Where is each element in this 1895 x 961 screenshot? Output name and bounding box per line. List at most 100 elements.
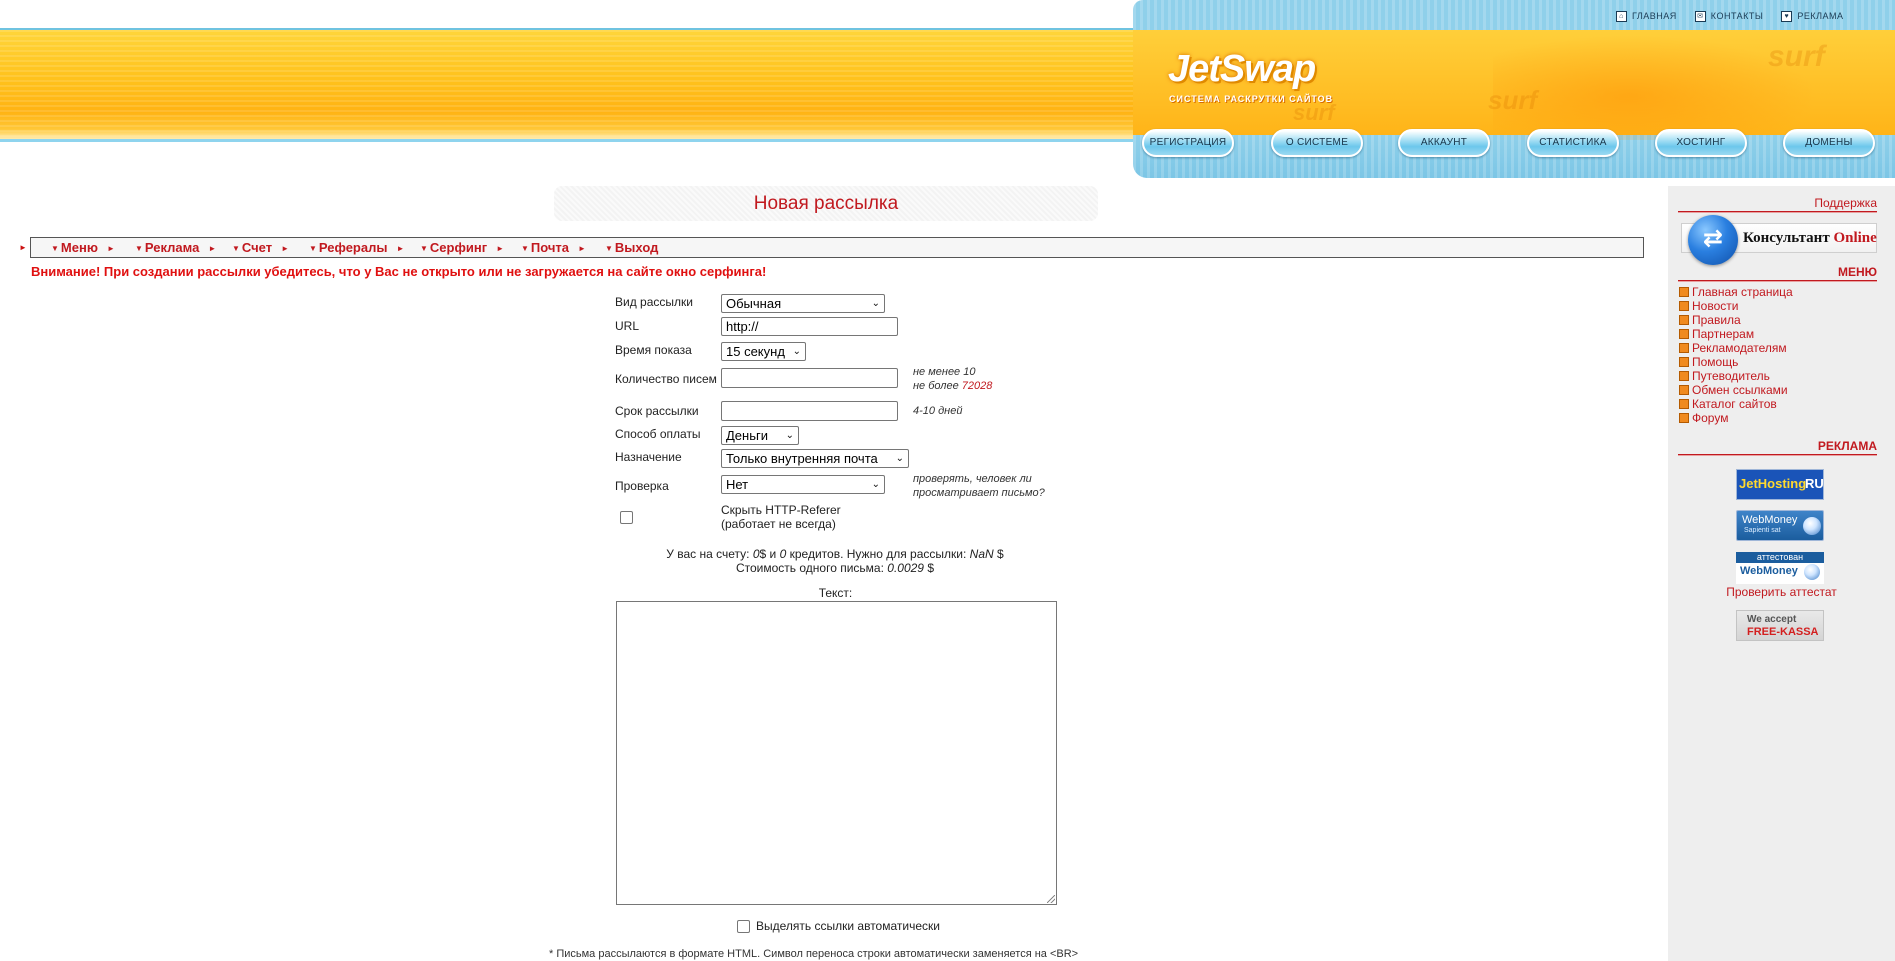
account-balance-info: У вас на счету: 0$ и 0 кредитов. Нужно д… [615, 547, 1055, 561]
sidebar-item-label: Помощь [1692, 355, 1739, 369]
top-link-contacts[interactable]: ✉ КОНТАКТЫ [1694, 10, 1764, 22]
resize-grip-icon[interactable] [1047, 895, 1055, 903]
letters-count-label: Количество писем [615, 372, 717, 386]
site-logo[interactable]: JetSwap [1168, 48, 1316, 91]
nav-domains-button[interactable]: ДОМЕНЫ [1783, 129, 1875, 157]
webmoney-globe-icon [1804, 564, 1820, 580]
sidebar-item-partners[interactable]: Партнерам [1679, 327, 1793, 341]
freekassa-banner[interactable]: We accept FREE-KASSA [1736, 610, 1824, 641]
nav-account-button[interactable]: АККАУНТ [1398, 129, 1490, 157]
select-value: Только внутренняя почта [726, 451, 878, 466]
balance-money-unit: $ и [759, 547, 777, 561]
nav-registration-button[interactable]: РЕГИСТРАЦИЯ [1142, 129, 1234, 157]
letter-cost-unit: $ [927, 561, 935, 575]
top-link-label: РЕКЛАМА [1797, 11, 1844, 21]
needed-unit: $ [997, 547, 1004, 561]
menu-item-logout[interactable]: ▼ Выход [605, 240, 658, 255]
check-hint-line: проверять, человек ли [913, 473, 1032, 485]
attested-text: аттестован [1736, 552, 1824, 563]
sidebar-item-link-exchange[interactable]: Обмен ссылками [1679, 383, 1793, 397]
menu-item-referrals[interactable]: ▼ Рефералы ► [309, 240, 404, 255]
ads-heading: РЕКЛАМА [1817, 439, 1877, 453]
letters-count-input[interactable] [721, 368, 898, 388]
sidebar-item-help[interactable]: Помощь [1679, 355, 1793, 369]
menu-item-menu[interactable]: ▼ Меню ► [51, 240, 115, 255]
select-value: 15 секунд [726, 344, 785, 359]
bullet-icon [1679, 371, 1689, 381]
sidebar-item-guide[interactable]: Путеводитель [1679, 369, 1793, 383]
mailing-term-label: Срок рассылки [615, 404, 699, 418]
sidebar-item-label: Обмен ссылками [1692, 383, 1788, 397]
dropdown-arrow-icon: ▼ [232, 244, 240, 253]
letter-cost-info: Стоимость одного письма: 0.0029 $ [615, 561, 1055, 575]
mailing-type-select[interactable]: Обычная ⌄ [721, 294, 885, 313]
html-format-note: * Письма рассылаются в формате HTML. Сим… [549, 948, 1079, 960]
payment-method-select[interactable]: Деньги ⌄ [721, 426, 799, 445]
top-links: ⌂ ГЛАВНАЯ ✉ КОНТАКТЫ ♥ РЕКЛАМА [1616, 9, 1844, 23]
menu-item-label: Меню [60, 240, 98, 255]
nav-hosting-button[interactable]: ХОСТИНГ [1655, 129, 1747, 157]
balance-credits-suffix: кредитов. Нужно для рассылки: [789, 547, 967, 561]
sidebar-item-catalog[interactable]: Каталог сайтов [1679, 397, 1793, 411]
hide-referer-checkbox[interactable] [620, 511, 633, 524]
check-select[interactable]: Нет ⌄ [721, 475, 885, 494]
sidebar-item-forum[interactable]: Форум [1679, 411, 1793, 425]
hide-referer-line: Скрыть HTTP-Referer [721, 503, 841, 517]
letters-count-hint: не менее 10 не более 72028 [913, 365, 992, 393]
sidebar-item-label: Правила [1692, 313, 1741, 327]
verify-attestat-link[interactable]: Проверить аттестат [1668, 585, 1895, 599]
message-textarea[interactable] [616, 601, 1057, 905]
hide-referer-label: Скрыть HTTP-Referer (работает не всегда) [721, 503, 841, 531]
bullet-icon [1679, 343, 1689, 353]
ad-icon: ♥ [1781, 10, 1793, 22]
menu-item-account[interactable]: ▼ Счет ► [232, 240, 289, 255]
url-input[interactable]: http:// [721, 317, 898, 336]
freekassa-name: FREE-KASSA [1747, 626, 1819, 638]
webmoney-banner[interactable]: WebMoney Sapienti sat [1736, 510, 1824, 541]
consultant-online-button[interactable]: ⇄ Консультант Online [1681, 215, 1877, 265]
hint-max-value: 72028 [961, 380, 993, 392]
sidebar-item-home[interactable]: Главная страница [1679, 285, 1793, 299]
consultant-online: Online [1833, 230, 1877, 246]
purpose-select[interactable]: Только внутренняя почта ⌄ [721, 449, 909, 468]
menu-item-mail[interactable]: ▼ Почта ► [521, 240, 586, 255]
top-link-label: ГЛАВНАЯ [1632, 11, 1677, 21]
jethosting-ru: RU [1805, 476, 1824, 491]
sidebar-item-rules[interactable]: Правила [1679, 313, 1793, 327]
menu-item-ads[interactable]: ▼ Реклама ► [135, 240, 216, 255]
dropdown-arrow-icon: ▼ [309, 244, 317, 253]
sidebar-divider [1678, 454, 1877, 456]
bullet-icon [1679, 399, 1689, 409]
chevron-down-icon: ⌄ [895, 453, 904, 464]
dropdown-arrow-icon: ▼ [420, 244, 428, 253]
balance-money: 0 [752, 547, 760, 561]
auto-links-checkbox[interactable] [737, 919, 750, 933]
menu-item-surfing[interactable]: ▼ Серфинг ► [420, 240, 504, 255]
menu-arrow-icon: ► [19, 243, 27, 252]
decor-surf-word: surf [1488, 85, 1538, 115]
warning-message: Внимание! При создании рассылки убедитес… [31, 264, 767, 279]
menu-arrow-icon: ► [208, 244, 217, 253]
top-link-ads[interactable]: ♥ РЕКЛАМА [1781, 10, 1844, 22]
mailing-term-input[interactable] [721, 401, 898, 421]
nav-statistics-button[interactable]: СТАТИСТИКА [1527, 129, 1619, 157]
display-time-select[interactable]: 15 секунд ⌄ [721, 342, 806, 361]
top-link-home[interactable]: ⌂ ГЛАВНАЯ [1616, 10, 1677, 22]
sidebar-item-label: Партнерам [1692, 327, 1755, 341]
needed-amount: NaN [969, 547, 994, 561]
webmoney-motto: Sapienti sat [1744, 527, 1781, 534]
sidebar-item-label: Каталог сайтов [1692, 397, 1777, 411]
jethosting-banner[interactable]: JetHosting RU [1736, 469, 1824, 500]
check-hint-line: просматривает письмо? [913, 487, 1045, 499]
nav-about-button[interactable]: О СИСТЕМЕ [1271, 129, 1363, 157]
sidebar-item-label: Форум [1692, 411, 1729, 425]
menu-item-label: Почта [530, 240, 570, 255]
sidebar-divider [1678, 211, 1877, 213]
bullet-icon [1679, 385, 1689, 395]
bullet-icon [1679, 315, 1689, 325]
sidebar-item-news[interactable]: Новости [1679, 299, 1793, 313]
home-icon: ⌂ [1616, 10, 1627, 22]
sidebar-item-advertisers[interactable]: Рекламодателям [1679, 341, 1793, 355]
webmoney-attested-banner[interactable]: аттестован WebMoney [1736, 552, 1824, 584]
sidebar-item-label: Рекламодателям [1692, 341, 1787, 355]
